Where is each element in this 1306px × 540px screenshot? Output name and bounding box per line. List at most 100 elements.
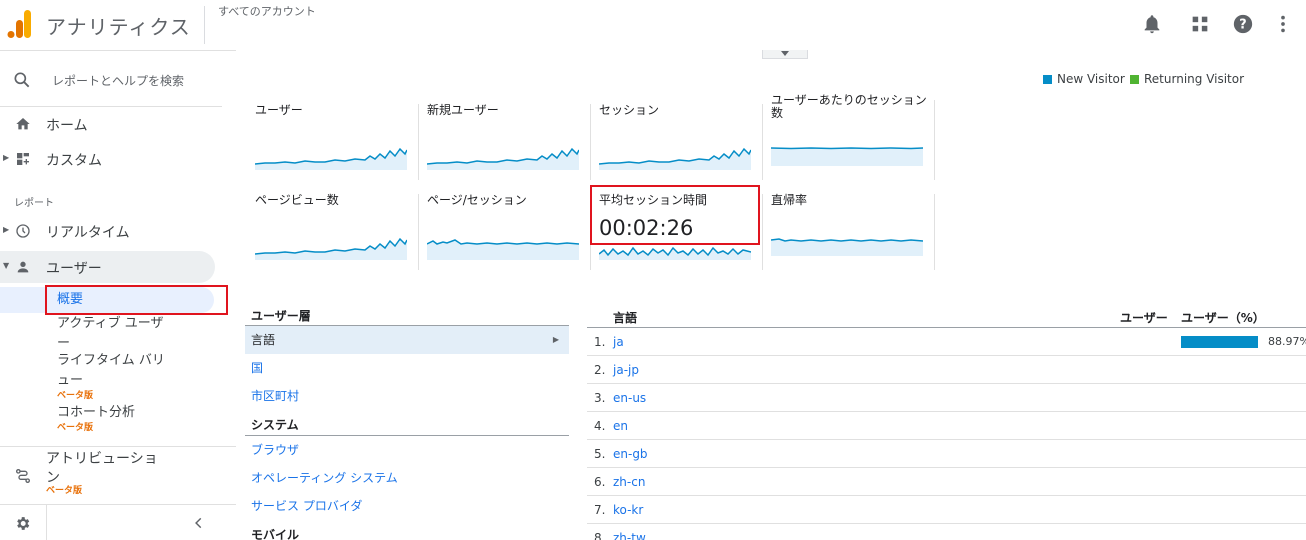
metric-name: 新規ユーザー [427,103,499,117]
row-index: 8. [594,531,606,540]
sidebar-item-label: リアルタイム [46,225,130,241]
sidebar-item-home[interactable]: ホーム [0,108,216,140]
language-table: 言語 ユーザー ユーザー（%） 1. ja 88.97% 2. ja-jp 3. en-us… [587,306,1306,540]
sidebar-subitem-cohort[interactable]: コホート分析 ベータ版 [57,403,135,433]
language-link[interactable]: ja-jp [613,363,639,377]
reports-section-label: レポート [14,198,54,209]
dimension-os[interactable]: オペレーティング システム [245,464,569,492]
collapse-caret-icon: ▼ [3,261,10,270]
clock-icon [16,224,30,238]
table-row: 1. ja 88.97% [587,328,1306,356]
main-content: New Visitor Returning Visitor ユーザー 新規ユーザ… [236,50,1306,540]
sidebar-subitem-lifetime-value[interactable]: ライフタイム バリュー ベータ版 [57,351,175,401]
sidebar-item-users[interactable]: ▼ ユーザー [0,251,215,283]
overview-highlight-box [45,285,228,315]
header-divider [204,6,205,44]
metric-divider [934,100,935,180]
row-index: 3. [594,391,606,405]
sidebar: レポートとヘルプを検索 ホーム ▶ カスタム レポート ▶ リアルタイム ▼ ユ… [0,50,236,540]
demographics-header: ユーザー層 [245,306,569,326]
apps-grid-icon[interactable] [1189,13,1211,35]
row-index: 2. [594,363,606,377]
table-row: 5. en-gb [587,440,1306,468]
sidebar-item-realtime[interactable]: ▶ リアルタイム [0,215,216,247]
legend-swatch [1043,75,1052,84]
expand-caret-icon: ▶ [3,153,10,162]
help-icon[interactable]: ? [1232,13,1254,35]
metric-sessions[interactable]: セッション [591,100,763,180]
language-link[interactable]: zh-tw [613,531,646,540]
top-header: アナリティクス すべてのアカウント ? [0,0,1306,50]
metric-name: 直帰率 [771,193,808,207]
footer-divider [46,505,47,540]
chevron-right-icon: ▶ [552,335,559,344]
chevron-left-icon[interactable] [192,516,206,530]
row-index: 5. [594,447,606,461]
legend-returning-visitor: Returning Visitor [1130,72,1244,86]
metric-sessions-per-user[interactable]: ユーザーあたりのセッション数 [763,90,935,180]
sidebar-divider [0,106,222,107]
row-index: 1. [594,335,606,349]
metric-pageviews[interactable]: ページビュー数 [247,190,419,270]
more-vert-icon[interactable] [1272,13,1294,35]
sparkline-new-users [427,147,579,170]
language-link[interactable]: zh-cn [613,475,645,489]
column-header-users-pct: ユーザー（%） [1181,311,1265,325]
dimension-language[interactable]: 言語 ▶ [245,326,569,354]
app-title: アナリティクス [46,15,191,39]
search-reports[interactable]: レポートとヘルプを検索 [0,58,222,102]
metric-new-users[interactable]: 新規ユーザー [419,100,591,180]
table-row: 7. ko-kr [587,496,1306,524]
column-header-users[interactable]: ユーザー [1120,309,1168,326]
table-row: 4. en [587,412,1306,440]
mobile-header: モバイル [245,520,569,540]
language-table-header: 言語 ユーザー ユーザー（%） [587,306,1306,328]
metric-name: ユーザー [255,103,303,117]
dashboard-add-icon [17,153,29,165]
language-link[interactable]: en-us [613,391,646,405]
sparkline-sessions-per-user [771,147,923,166]
bell-icon[interactable] [1141,13,1163,35]
metric-divider [934,194,935,270]
metric-users[interactable]: ユーザー [247,100,419,180]
sidebar-item-label: ユーザー [46,261,102,277]
metric-pages-per-session[interactable]: ページ/セッション [419,190,591,270]
dimension-browser[interactable]: ブラウザ [245,436,569,464]
sparkline-sessions [599,147,751,170]
metric-name: セッション [599,103,660,117]
gear-icon[interactable] [14,515,31,532]
account-selector[interactable]: すべてのアカウント [218,3,316,19]
table-row: 3. en-us [587,384,1306,412]
sparkline-bounce-rate [771,238,923,256]
dimension-city[interactable]: 市区町村 [245,382,569,410]
beta-badge: ベータ版 [57,423,94,433]
language-link[interactable]: en [613,419,628,433]
table-row: 8. zh-tw [587,524,1306,540]
language-rows: 1. ja 88.97% 2. ja-jp 3. en-us 4. en 5. en-gb 6. zh-… [587,328,1306,540]
sidebar-divider [0,446,236,447]
language-link[interactable]: en-gb [613,447,648,461]
collapse-chart-toggle[interactable] [762,50,808,59]
sparkline-pageviews [255,237,407,260]
dimension-country[interactable]: 国 [245,354,569,382]
sidebar-subitem-label: ライフタイム バリュー [57,353,165,388]
search-label: レポートとヘルプを検索 [52,74,185,88]
language-link[interactable]: ja [613,335,624,349]
attribution-icon [16,469,30,483]
legend-label: Returning Visitor [1144,72,1245,86]
sidebar-subitem-active-users[interactable]: アクティブ ユーザー [57,314,175,354]
sidebar-item-attribution[interactable]: アトリビューション ベータ版 [0,448,216,496]
metric-bounce-rate[interactable]: 直帰率 [763,190,935,270]
sidebar-top-divider [0,50,236,51]
analytics-logo-icon[interactable] [7,10,33,38]
sidebar-item-custom[interactable]: ▶ カスタム [0,143,216,175]
dimension-isp[interactable]: サービス プロバイダ [245,492,569,520]
sparkline-users [255,147,407,170]
legend-label: New Visitor [1057,72,1125,86]
row-index: 6. [594,475,606,489]
row-index: 7. [594,503,606,517]
row-index: 4. [594,419,606,433]
home-icon [16,118,30,130]
language-link[interactable]: ko-kr [613,503,643,517]
chevron-down-icon [781,51,789,56]
